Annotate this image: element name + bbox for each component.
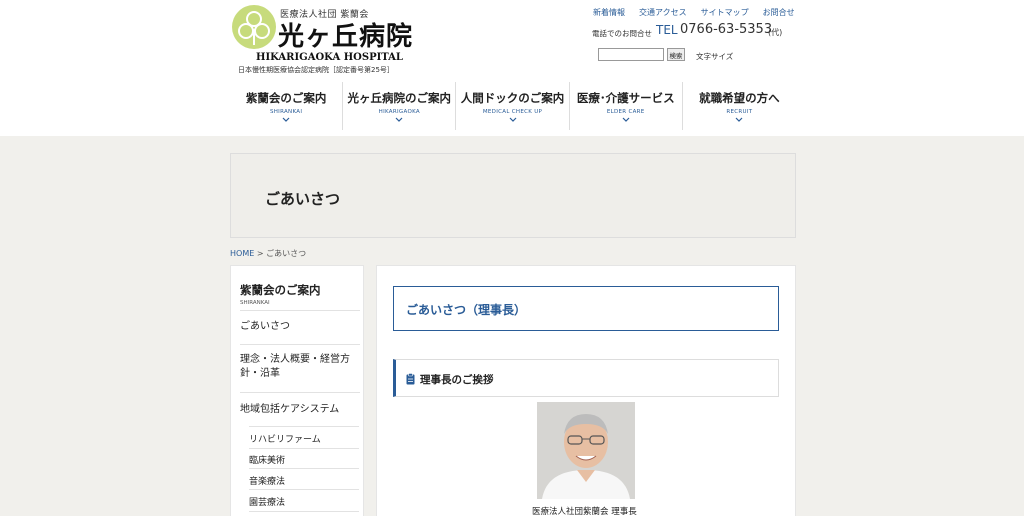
top-link-news[interactable]: 新着情報 bbox=[593, 7, 625, 18]
divider bbox=[240, 392, 360, 393]
divider bbox=[240, 344, 360, 345]
logo-title[interactable]: 光ヶ丘病院 bbox=[278, 16, 413, 53]
sidebar-subitem-rehab-farm[interactable]: リハビリファーム bbox=[249, 432, 359, 445]
nav-label: 医療･介護サービス bbox=[576, 91, 675, 105]
chairman-portrait bbox=[537, 402, 635, 499]
divider bbox=[249, 448, 359, 449]
top-link-access[interactable]: 交通アクセス bbox=[639, 7, 687, 18]
nav-item-shirankai[interactable]: 紫蘭会のご案内 SHIRANKAI bbox=[230, 82, 344, 130]
sidebar-item-greeting[interactable]: ごあいさつ bbox=[240, 320, 356, 334]
nav-label: 人間ドックのご案内 bbox=[460, 91, 565, 105]
certification-text: 日本慢性期医療協会認定病院［認定番号第25号］ bbox=[238, 66, 394, 74]
nav-label-en: RECRUIT bbox=[726, 109, 753, 115]
sidebar: 紫蘭会のご案内 SHIRANKAI ごあいさつ 理念・法人概要・経営方針・沿革 … bbox=[230, 265, 364, 516]
divider bbox=[240, 310, 360, 311]
portrait-caption: 医療法人社団紫蘭会 理事長 bbox=[532, 507, 637, 516]
search-input[interactable] bbox=[598, 48, 664, 61]
logo-english: HIKARIGAOKA HOSPITAL bbox=[256, 52, 403, 63]
clipboard-icon bbox=[406, 373, 415, 385]
top-links: 新着情報 交通アクセス サイトマップ お問合せ bbox=[593, 7, 795, 18]
font-size-label: 文字サイズ bbox=[696, 52, 734, 61]
nav-item-recruit[interactable]: 就職希望の方へ RECRUIT bbox=[683, 82, 796, 130]
sidebar-subitem-music-therapy[interactable]: 音楽療法 bbox=[249, 474, 359, 487]
sidebar-subitem-horticultural-therapy[interactable]: 園芸療法 bbox=[249, 495, 359, 508]
search-button[interactable]: 検索 bbox=[667, 48, 685, 61]
top-link-sitemap[interactable]: サイトマップ bbox=[701, 7, 749, 18]
nav-label-en: ELDER CARE bbox=[606, 109, 645, 115]
divider bbox=[249, 426, 359, 427]
divider bbox=[249, 468, 359, 469]
sidebar-heading: 紫蘭会のご案内 bbox=[240, 283, 321, 297]
section-title: ごあいさつ（理事長） bbox=[406, 303, 527, 317]
tel-prefix: TEL bbox=[656, 23, 678, 37]
nav-item-hikarigaoka[interactable]: 光ヶ丘病院のご案内 HIKARIGAOKA bbox=[343, 82, 457, 130]
nav-label: 就職希望の方へ bbox=[699, 91, 780, 105]
sidebar-item-community-care[interactable]: 地域包括ケアシステム bbox=[240, 403, 356, 417]
tel-suffix: (代) bbox=[768, 28, 783, 37]
sidebar-subitem-clinical-art[interactable]: 臨床美術 bbox=[249, 453, 359, 466]
main-nav: 紫蘭会のご案内 SHIRANKAI 光ヶ丘病院のご案内 HIKARIGAOKA … bbox=[230, 82, 796, 130]
nav-label: 光ヶ丘病院のご案内 bbox=[347, 91, 452, 105]
sidebar-heading-en: SHIRANKAI bbox=[240, 300, 270, 306]
nav-label-en: SHIRANKAI bbox=[269, 109, 303, 115]
site-header: 医療法人社団 紫蘭会 光ヶ丘病院 HIKARIGAOKA HOSPITAL 日本… bbox=[0, 0, 1024, 136]
chevron-down-icon bbox=[622, 117, 630, 122]
nav-item-elder-care[interactable]: 医療･介護サービス ELDER CARE bbox=[570, 82, 683, 130]
nav-item-medical-checkup[interactable]: 人間ドックのご案内 MEDICAL CHECK UP bbox=[456, 82, 570, 130]
divider bbox=[249, 489, 359, 490]
chevron-down-icon bbox=[735, 117, 743, 122]
breadcrumb-current: ごあいさつ bbox=[266, 249, 307, 258]
tel-number: 0766-63-5353 bbox=[680, 22, 773, 37]
nav-label: 紫蘭会のご案内 bbox=[245, 91, 327, 105]
main-content: ごあいさつ（理事長） 理事長のご挨拶 医療法人社団紫蘭会 理事長 bbox=[376, 265, 796, 516]
chevron-down-icon bbox=[395, 117, 403, 122]
chevron-down-icon bbox=[282, 117, 290, 122]
subsection-title: 理事長のご挨拶 bbox=[420, 374, 494, 386]
breadcrumb-home[interactable]: HOME bbox=[230, 249, 254, 258]
page-title-banner: ごあいさつ bbox=[230, 153, 796, 238]
page-title: ごあいさつ bbox=[265, 190, 341, 208]
nav-label-en: MEDICAL CHECK UP bbox=[482, 109, 543, 115]
subsection-heading-box: 理事長のご挨拶 bbox=[393, 359, 779, 397]
tel-label: 電話でのお問合せ bbox=[592, 29, 652, 38]
section-heading-box: ごあいさつ（理事長） bbox=[393, 286, 779, 331]
divider bbox=[249, 511, 359, 512]
breadcrumb-separator: > bbox=[256, 249, 264, 258]
breadcrumb: HOME > ごあいさつ bbox=[230, 248, 306, 259]
nav-label-en: HIKARIGAOKA bbox=[378, 109, 420, 115]
clover-logo-icon[interactable] bbox=[232, 5, 276, 49]
sidebar-item-philosophy[interactable]: 理念・法人概要・経営方針・沿革 bbox=[240, 353, 356, 381]
chevron-down-icon bbox=[509, 117, 516, 122]
top-link-contact[interactable]: お問合せ bbox=[763, 7, 795, 18]
